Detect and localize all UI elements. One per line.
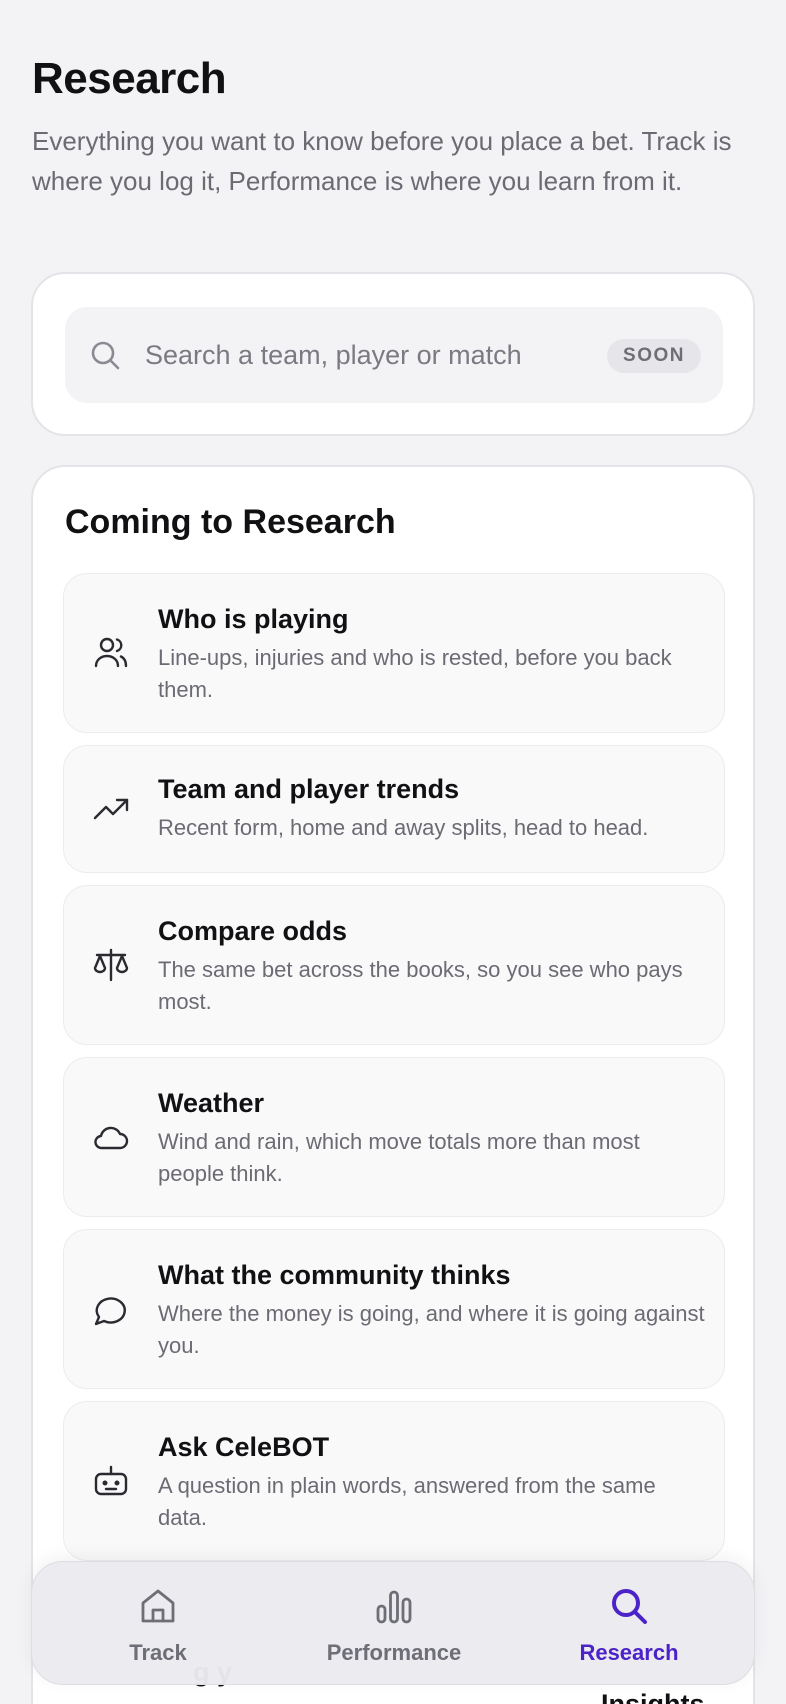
feature-title: Compare odds bbox=[158, 916, 348, 946]
search-icon bbox=[91, 341, 120, 370]
cloud-icon bbox=[94, 1126, 129, 1150]
robot-icon bbox=[94, 1465, 128, 1496]
page-title: Research bbox=[32, 54, 227, 103]
feature-team-and-player-trends[interactable]: Team and player trends Recent form, home… bbox=[63, 745, 725, 873]
feature-description: Where the money is going, and where it i… bbox=[158, 1301, 705, 1358]
feature-title: Ask CeleBOT bbox=[158, 1432, 330, 1462]
feature-description: Wind and rain, which move totals more th… bbox=[158, 1129, 640, 1186]
search-icon bbox=[612, 1589, 647, 1624]
coming-features-card: Coming to Research Who is playing Line-u… bbox=[31, 465, 755, 1704]
search-card: SOON bbox=[31, 272, 755, 436]
feature-title: What the community thinks bbox=[158, 1260, 511, 1290]
search-box[interactable]: SOON bbox=[65, 307, 723, 403]
scale-icon bbox=[93, 948, 129, 982]
page-subtitle: Everything you want to know before you p… bbox=[32, 126, 732, 196]
section-title: Coming to Research bbox=[65, 503, 396, 541]
feature-description: A question in plain words, answered from… bbox=[158, 1473, 656, 1530]
bar-chart-icon bbox=[376, 1590, 412, 1624]
nav-label: Performance bbox=[326, 1640, 462, 1665]
feature-compare-odds[interactable]: Compare odds The same bet across the boo… bbox=[63, 885, 725, 1045]
search-input[interactable] bbox=[145, 327, 585, 383]
bottom-nav: Track Performance Research bbox=[31, 1561, 755, 1685]
feature-title: Who is playing bbox=[158, 604, 349, 634]
users-icon bbox=[94, 637, 128, 668]
feature-title: Weather bbox=[158, 1088, 265, 1118]
feature-title: Team and player trends bbox=[158, 774, 460, 804]
soon-badge: SOON bbox=[607, 339, 701, 373]
feature-community-thinks[interactable]: What the community thinks Where the mone… bbox=[63, 1229, 725, 1389]
peek-text-insights: Insights bbox=[601, 1689, 705, 1704]
feature-description: Line-ups, injuries and who is rested, be… bbox=[158, 645, 672, 702]
feature-weather[interactable]: Weather Wind and rain, which move totals… bbox=[63, 1057, 725, 1217]
nav-label: Research bbox=[579, 1640, 679, 1665]
trending-up-icon bbox=[93, 798, 129, 820]
feature-ask-celebot[interactable]: Ask CeleBOT A question in plain words, a… bbox=[63, 1401, 725, 1561]
feature-description: The same bet across the books, so you se… bbox=[158, 957, 683, 1014]
feature-who-is-playing[interactable]: Who is playing Line-ups, injuries and wh… bbox=[63, 573, 725, 733]
feature-description: Recent form, home and away splits, head … bbox=[158, 815, 649, 840]
nav-item-track[interactable]: Track bbox=[58, 1562, 258, 1686]
nav-item-research[interactable]: Research bbox=[529, 1562, 729, 1686]
home-icon bbox=[141, 1589, 175, 1623]
research-page: Research Everything you want to know bef… bbox=[0, 0, 786, 1704]
nav-label: Track bbox=[129, 1640, 187, 1665]
nav-item-performance[interactable]: Performance bbox=[294, 1562, 494, 1686]
chat-bubble-icon bbox=[94, 1297, 126, 1326]
